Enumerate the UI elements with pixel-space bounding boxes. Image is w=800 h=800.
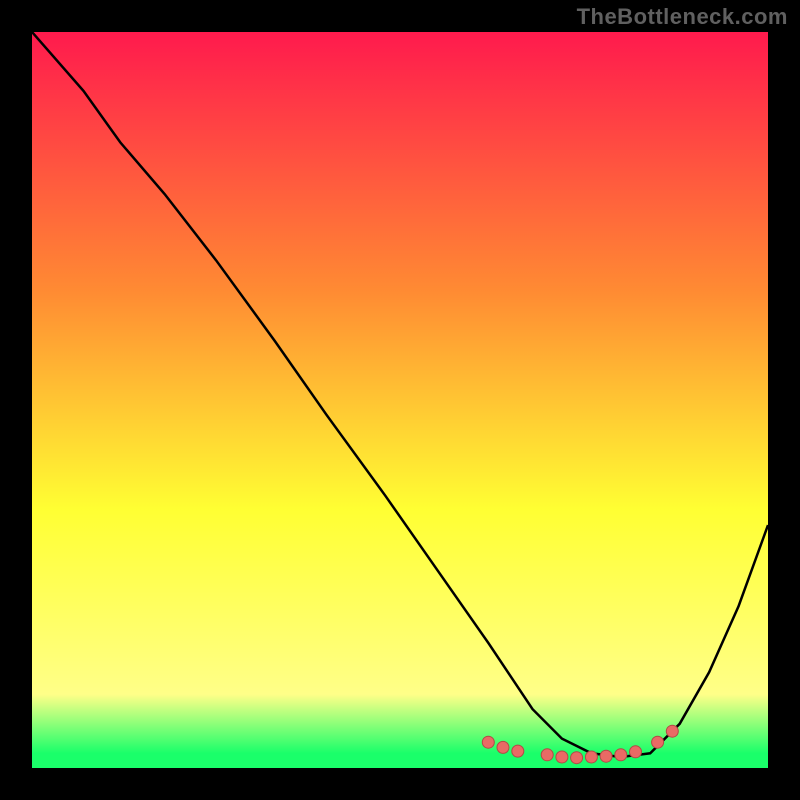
attribution-text: TheBottleneck.com [577, 4, 788, 30]
optimal-marker [571, 752, 583, 764]
optimal-marker [666, 725, 678, 737]
optimal-marker [585, 751, 597, 763]
optimal-marker [556, 751, 568, 763]
optimal-marker [512, 745, 524, 757]
optimal-marker [600, 750, 612, 762]
chart-svg [32, 32, 768, 768]
optimal-marker [482, 736, 494, 748]
optimal-marker [541, 749, 553, 761]
chart-frame: TheBottleneck.com [0, 0, 800, 800]
optimal-marker [615, 749, 627, 761]
gradient-background [32, 32, 768, 768]
optimal-marker [630, 746, 642, 758]
optimal-marker [652, 736, 664, 748]
optimal-marker [497, 741, 509, 753]
chart-plot-area [32, 32, 768, 768]
